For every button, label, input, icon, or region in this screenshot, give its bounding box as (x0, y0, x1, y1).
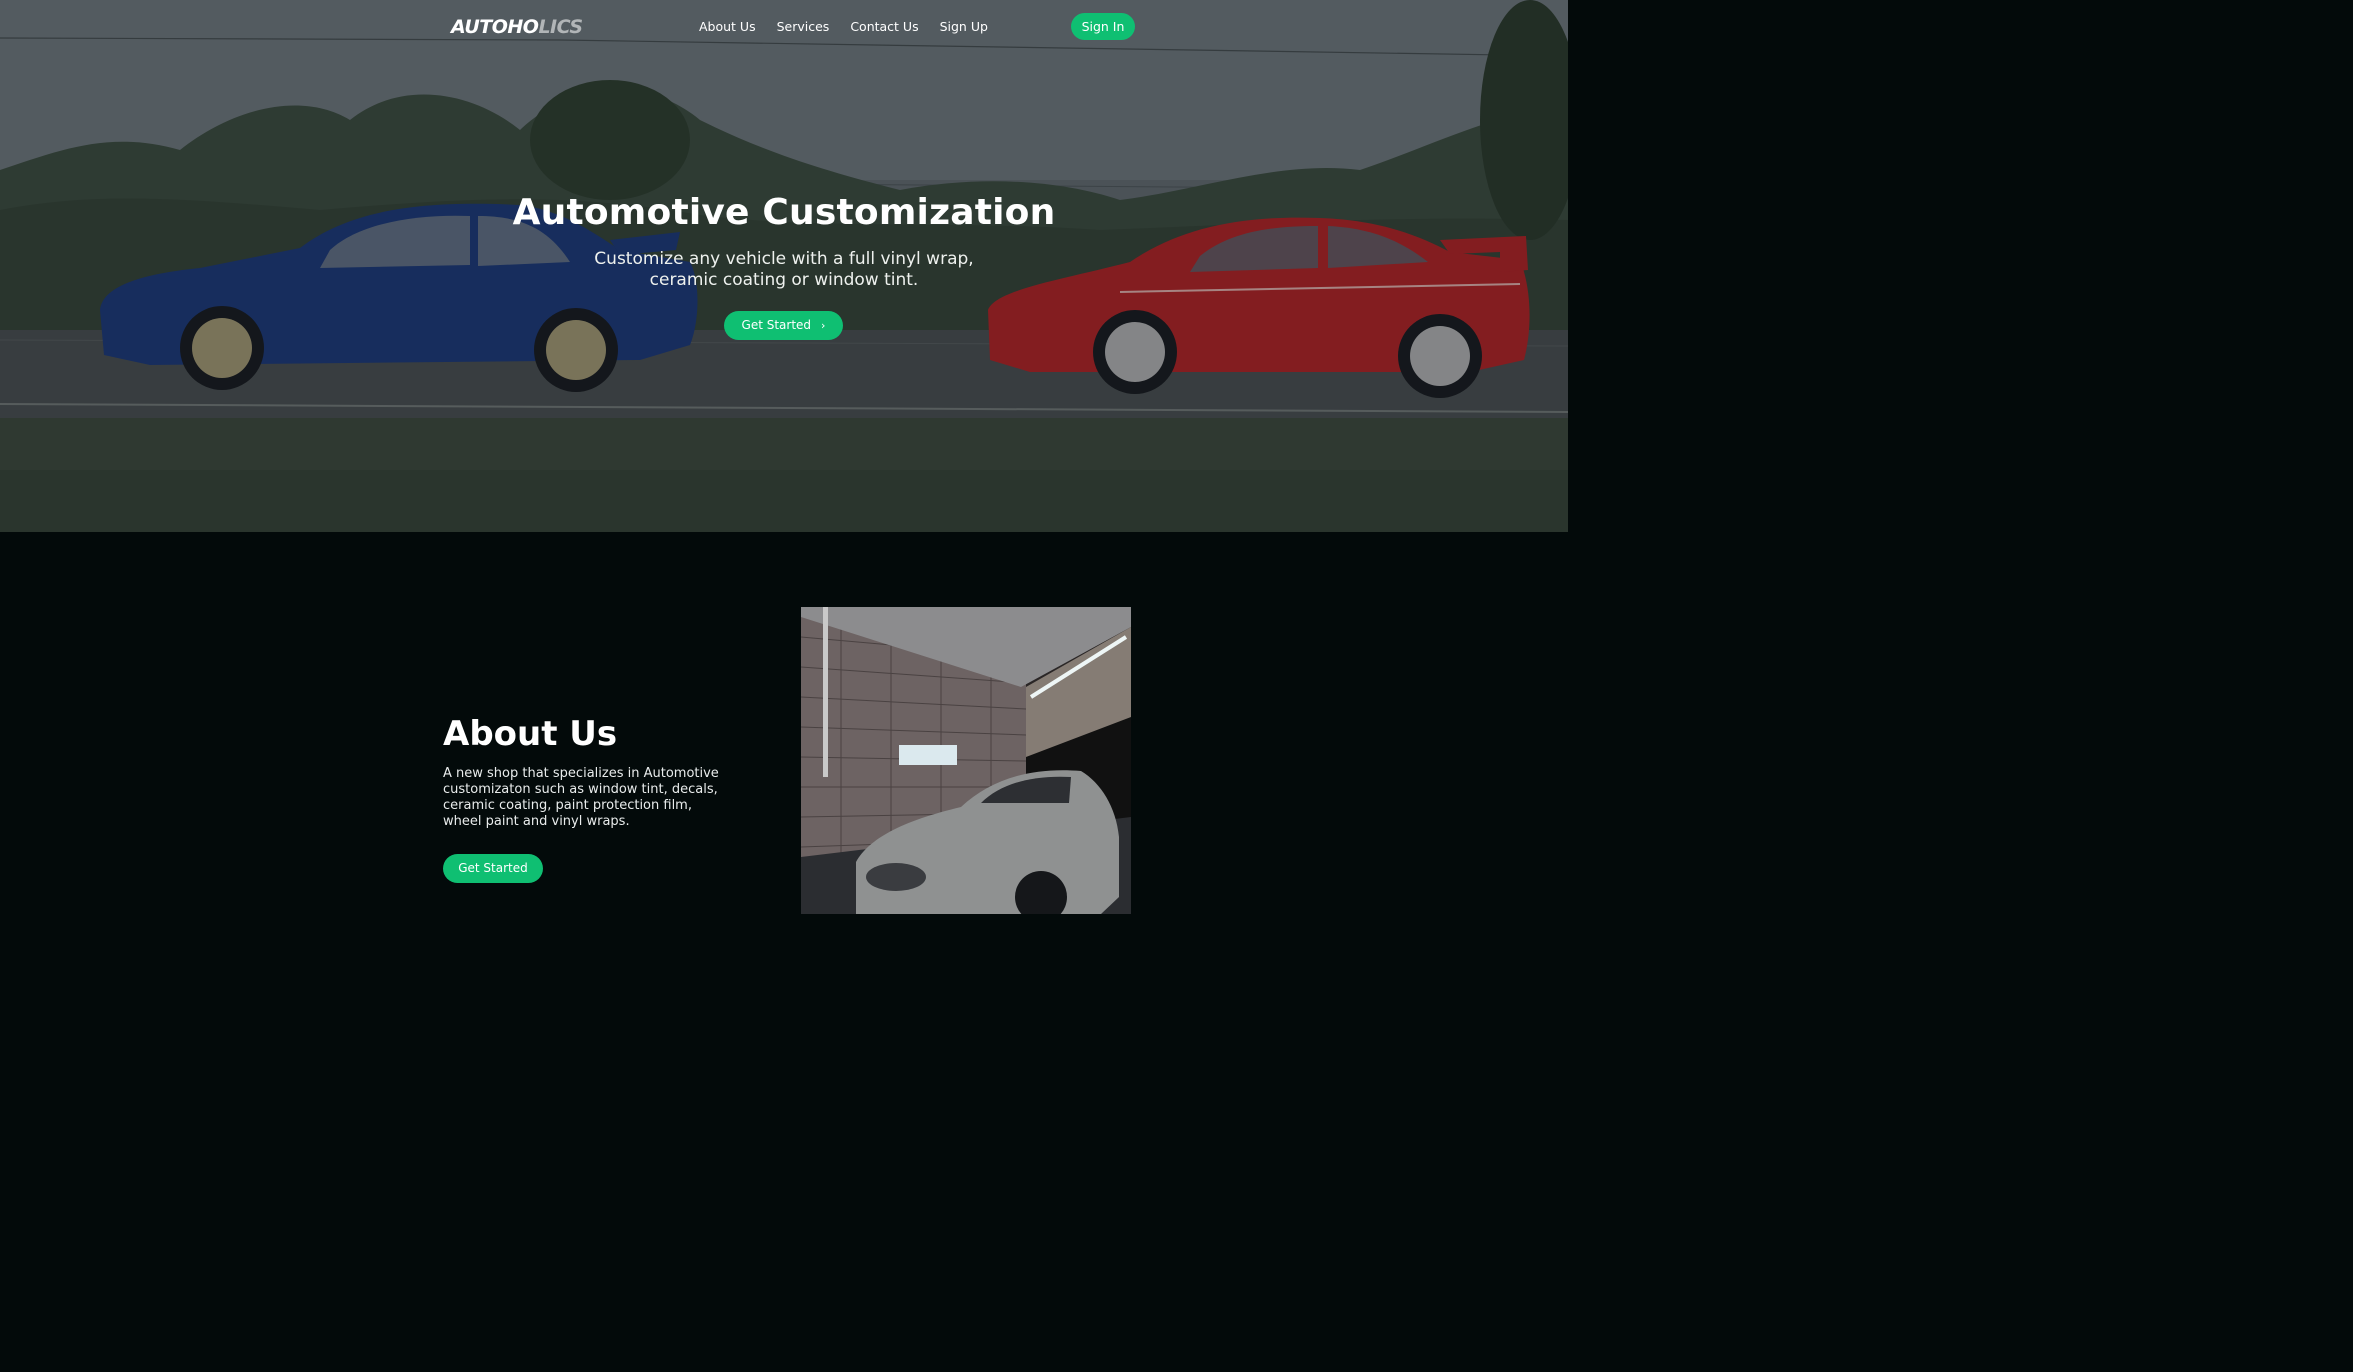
hero-subtitle: Customize any vehicle with a full vinyl … (594, 249, 974, 290)
garage-car-photo (801, 607, 1131, 914)
hero-get-started-button[interactable]: Get Started › (724, 311, 843, 340)
logo-text-tail: LICS (538, 16, 583, 38)
sign-in-button[interactable]: Sign In (1071, 13, 1135, 40)
chevron-right-icon: › (821, 319, 826, 332)
about-section: About Us A new shop that specializes in … (0, 532, 1568, 914)
hero-get-started-label: Get Started (741, 318, 812, 332)
about-description: A new shop that specializes in Automotiv… (443, 766, 719, 829)
nav-link-services[interactable]: Services (777, 17, 830, 37)
nav-link-about-us[interactable]: About Us (699, 17, 756, 37)
about-title: About Us (443, 714, 618, 754)
nav-links: About Us Services Contact Us Sign Up (699, 17, 988, 37)
nav-link-contact-us[interactable]: Contact Us (850, 17, 918, 37)
logo-text-main: AUTOHO (451, 16, 539, 38)
hero-section: AUTOHOLICS About Us Services Contact Us … (0, 0, 1568, 532)
nav-link-sign-up[interactable]: Sign Up (940, 17, 988, 37)
top-navigation: AUTOHOLICS About Us Services Contact Us … (0, 0, 1568, 54)
about-get-started-button[interactable]: Get Started (443, 854, 543, 883)
autoholics-logo[interactable]: AUTOHOLICS (451, 13, 583, 41)
hero-title: Automotive Customization (512, 192, 1056, 233)
